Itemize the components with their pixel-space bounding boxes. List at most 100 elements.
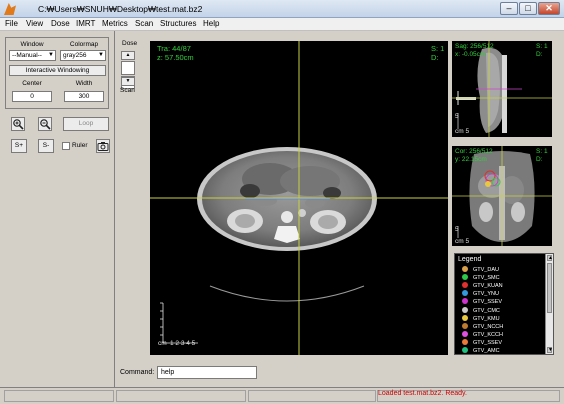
zoom-reset-icon[interactable] <box>38 117 52 131</box>
axial-scale-unit: cm <box>158 340 167 347</box>
menu-structures[interactable]: Structures <box>160 19 196 28</box>
structure-color-swatch <box>462 266 468 272</box>
slider-up-button[interactable]: ▲ <box>121 51 135 60</box>
axial-ct-image <box>150 41 448 355</box>
sagittal-scale-label: 5 <box>455 113 459 120</box>
window-settings-group: Window Colormap --Manual-- ▼ gray256 ▼ I… <box>5 37 109 109</box>
camera-icon[interactable] <box>96 139 110 153</box>
structure-color-swatch <box>462 274 468 281</box>
menu-help[interactable]: Help <box>203 19 219 28</box>
axial-scale-ticks: 1 2 3 4 5 <box>170 340 196 347</box>
sagittal-dose-index: D: <box>536 51 543 58</box>
structure-legend: Legend GTV_DAU GTV_SMC GTV_KUAN GTV_YNU GTV_… <box>454 253 554 355</box>
legend-item-label: GTV_KUAN <box>473 283 503 290</box>
window-preset-select[interactable]: --Manual-- ▼ <box>9 50 56 61</box>
dose-label: Dose <box>122 40 138 47</box>
coronal-scale-label: 5 <box>455 226 459 233</box>
coronal-slice-info: Cor: 256/512 <box>455 148 493 155</box>
center-label: Center <box>22 80 42 87</box>
legend-item-label: GTV_CMC <box>473 307 500 314</box>
colormap-value: gray256 <box>63 52 87 59</box>
command-input[interactable]: help <box>157 366 257 379</box>
slice-back-button[interactable]: S- <box>38 139 54 153</box>
legend-item-label: GTV_SSEV <box>473 339 503 346</box>
legend-item-label: GTV_KCCH <box>473 331 503 338</box>
legend-item[interactable]: GTV_AMC <box>462 347 500 356</box>
menu-imrt[interactable]: IMRT <box>76 19 95 28</box>
structure-color-swatch <box>462 306 468 313</box>
maximize-button[interactable]: □ <box>519 2 537 15</box>
menu-bar: File View Dose IMRT Metrics Scan Structu… <box>0 18 564 31</box>
zoom-in-icon[interactable] <box>11 117 25 131</box>
status-cell-middle <box>116 390 246 402</box>
structure-color-swatch <box>462 338 468 345</box>
width-label: Width <box>75 80 93 87</box>
coronal-view[interactable]: Cor: 256/512 y: 22.15cm S: 1 D: 5 cm 5 <box>452 146 552 246</box>
slice-forward-button[interactable]: S+ <box>11 139 27 153</box>
chevron-down-icon: ▼ <box>98 52 104 58</box>
chevron-down-icon: ▼ <box>48 52 54 58</box>
close-button[interactable]: ✕ <box>538 2 560 15</box>
legend-item-label: GTV_KMU <box>473 315 500 322</box>
colormap-select[interactable]: gray256 ▼ <box>60 50 106 61</box>
ruler-checkbox[interactable] <box>62 142 70 150</box>
structure-color-swatch <box>462 314 468 321</box>
legend-item-label: GTV_YNU <box>473 291 499 298</box>
structure-color-swatch <box>462 330 468 337</box>
dose-scan-panel: Dose ▲ ▼ Scan <box>116 31 148 361</box>
window-preset-value: --Manual-- <box>12 52 42 59</box>
axial-slice-info: Tra: 44/87 <box>157 44 191 53</box>
coronal-dose-index: D: <box>536 156 543 163</box>
command-label: Command: <box>120 369 155 376</box>
status-cell-left <box>4 390 114 402</box>
status-bar <box>0 387 564 404</box>
axial-z-position: z: 57.50cm <box>157 53 194 62</box>
loop-button[interactable]: Loop <box>63 117 109 131</box>
scroll-down-icon[interactable]: ▼ <box>547 347 553 353</box>
slider-down-button[interactable]: ▼ <box>121 77 135 86</box>
scroll-up-icon[interactable]: ▲ <box>547 255 553 261</box>
sagittal-x-position: x: -0.05cm <box>455 51 486 58</box>
legend-title: Legend <box>458 256 482 263</box>
legend-item-label: GTV_DAU <box>473 267 499 273</box>
scroll-thumb[interactable] <box>547 263 552 313</box>
axial-dose-index: D: <box>431 53 439 62</box>
menu-metrics[interactable]: Metrics <box>102 19 128 28</box>
legend-item-label: GTV_SSEV <box>473 299 503 306</box>
structure-color-swatch <box>462 298 468 305</box>
sagittal-view[interactable]: Sag: 256/512 x: -0.05cm S: 1 D: 5 cm 5 <box>452 41 552 137</box>
matlab-app-icon <box>4 3 16 15</box>
coronal-scan-index: S: 1 <box>536 148 548 155</box>
structure-color-swatch <box>462 322 468 329</box>
ruler-label: Ruler <box>72 142 88 149</box>
dose-slider-track[interactable] <box>121 61 135 75</box>
menu-view[interactable]: View <box>26 19 43 28</box>
structure-color-swatch <box>462 347 468 353</box>
left-control-panel: Window Colormap --Manual-- ▼ gray256 ▼ I… <box>0 31 115 404</box>
legend-scrollbar[interactable]: ▲ ▼ <box>545 254 553 354</box>
structure-color-swatch <box>462 290 468 297</box>
menu-file[interactable]: File <box>5 19 18 28</box>
legend-item-label: GTV_NCCH <box>473 323 504 330</box>
sagittal-scale-unit: cm 5 <box>455 128 470 135</box>
status-message: Loaded test.mat.bz2. Ready. <box>378 390 467 397</box>
sagittal-scan-index: S: 1 <box>536 43 548 50</box>
interactive-windowing-button[interactable]: Interactive Windowing <box>9 65 106 76</box>
menu-scan[interactable]: Scan <box>135 19 153 28</box>
width-input[interactable]: 300 <box>64 91 104 102</box>
title-bar: C:₩Users₩SNUH₩Desktop₩test.mat.bz2 – □ ✕ <box>0 0 564 18</box>
axial-scan-index: S: 1 <box>431 44 445 53</box>
sagittal-slice-info: Sag: 256/512 <box>455 43 494 50</box>
menu-dose[interactable]: Dose <box>51 19 70 28</box>
legend-item-label: GTV_AMC <box>473 348 500 354</box>
minimize-button[interactable]: – <box>500 2 518 15</box>
status-cell-right <box>248 390 376 402</box>
axial-view[interactable]: Tra: 44/87 z: 57.50cm S: 1 D: cm 1 2 3 4… <box>150 41 448 355</box>
colormap-label: Colormap <box>69 41 99 48</box>
structure-color-swatch <box>462 282 468 289</box>
scan-label: Scan <box>120 87 135 94</box>
center-input[interactable]: 0 <box>12 91 52 102</box>
coronal-scale-unit: cm 5 <box>455 238 470 245</box>
legend-item-label: GTV_SMC <box>473 275 500 282</box>
window-title: C:₩Users₩SNUH₩Desktop₩test.mat.bz2 <box>38 4 203 14</box>
